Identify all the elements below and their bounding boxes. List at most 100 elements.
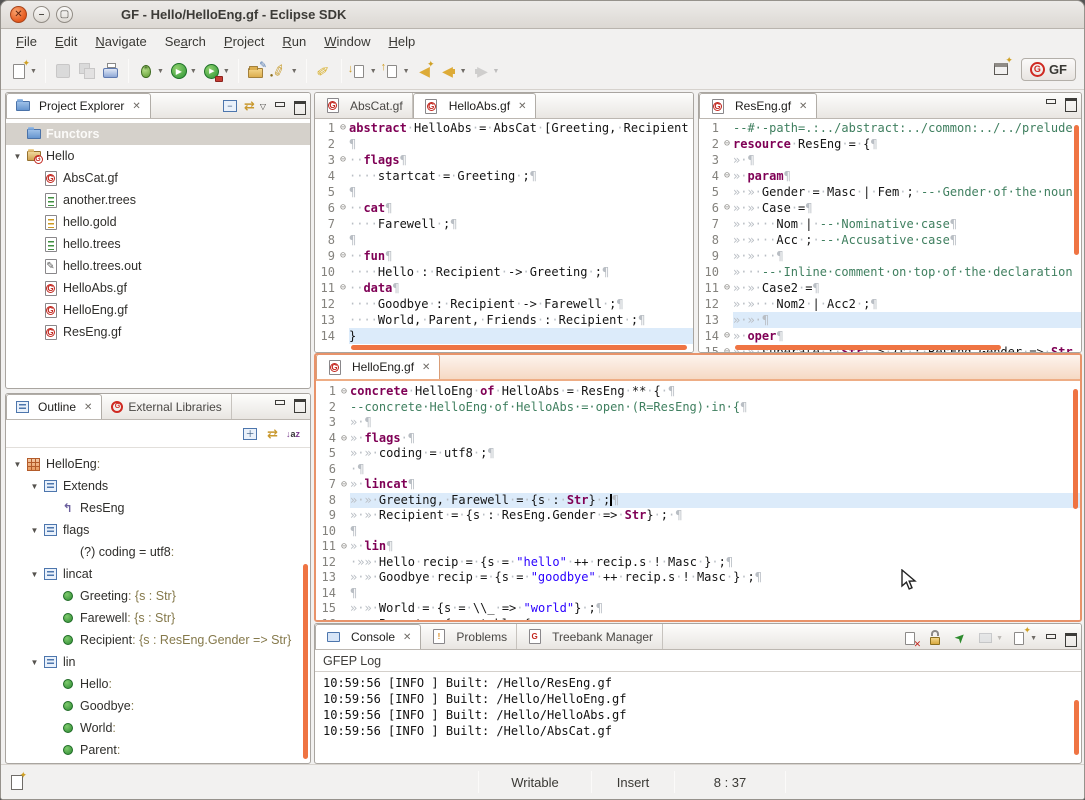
fold-marker-icon[interactable]: ⊖: [721, 136, 733, 152]
tree-item-recipient[interactable]: Recipient : {s : ResEng.Gender => Str}: [6, 629, 310, 651]
fold-marker-icon[interactable]: ⊖: [337, 280, 349, 296]
tree-item-lincat[interactable]: ▼lincat: [6, 563, 310, 585]
code-line-9[interactable]: 9⊖··fun¶: [315, 248, 693, 264]
minimize-icon[interactable]: [1044, 633, 1057, 644]
fast-view-icon[interactable]: [11, 775, 23, 790]
tree-item--coding-utf8[interactable]: (?) coding = utf8 :: [6, 541, 310, 563]
code-line-4[interactable]: 4⊖»·flags·¶: [316, 431, 1080, 447]
back-icon[interactable]: ◀▼: [438, 59, 469, 83]
code-line-10[interactable]: 10»···--·Inline·comment·on·top·of·the·de…: [699, 264, 1081, 280]
prev-annotation-icon[interactable]: ↑▼: [381, 59, 412, 83]
fold-marker-icon[interactable]: ⊖: [721, 200, 733, 216]
title-bar[interactable]: ✕ – ▢ GF - Hello/HelloEng.gf - Eclipse S…: [1, 1, 1084, 29]
maximize-view-icon[interactable]: [293, 101, 306, 112]
display-console-icon[interactable]: ▼: [976, 629, 1003, 647]
fold-marker-icon[interactable]: ⊖: [721, 344, 733, 352]
save-icon[interactable]: [52, 59, 74, 83]
code-line-14[interactable]: 14}: [315, 328, 693, 344]
fold-marker-icon[interactable]: ⊖: [721, 280, 733, 296]
expand-arrow-icon[interactable]: ▼: [27, 526, 42, 535]
code-line-5[interactable]: 5»·»·Gender·=·Masc·|·Fem·;·--·Gender·of·…: [699, 184, 1081, 200]
code-line-12[interactable]: 12»·»···Nom2·|·Acc2·;¶: [699, 296, 1081, 312]
code-line-1[interactable]: 1⊖abstract·HelloAbs·=·AbsCat·[Greeting,·…: [315, 120, 693, 136]
tree-item-lin[interactable]: ▼lin: [6, 651, 310, 673]
tree-item-hello-trees-out[interactable]: ✎hello.trees.out: [6, 255, 310, 277]
menu-file[interactable]: File: [7, 32, 46, 51]
close-tab-icon[interactable]: ✕: [518, 101, 526, 112]
code-line-2[interactable]: 2¶: [315, 136, 693, 152]
code-line-6[interactable]: 6⊖»·»·Case·=¶: [699, 200, 1081, 216]
scrollbar-thumb[interactable]: [735, 345, 1001, 350]
expand-all-icon[interactable]: ＋: [243, 428, 257, 440]
fold-marker-icon[interactable]: ⊖: [338, 384, 350, 400]
code-line-9[interactable]: 9»·»·Recipient·=·{s·:·ResEng.Gender·=>·S…: [316, 508, 1080, 524]
code-line-11[interactable]: 11⊖··data¶: [315, 280, 693, 296]
close-window-icon[interactable]: ✕: [10, 6, 27, 23]
mark-occurrences-icon[interactable]: ✏: [313, 59, 335, 83]
code-line-15[interactable]: 15»·»·World·=·{s·=·\\_·=>·"world"}·;¶: [316, 601, 1080, 617]
maximize-window-icon[interactable]: ▢: [56, 6, 73, 23]
scrollbar-thumb[interactable]: [1074, 125, 1079, 255]
minimize-view-icon[interactable]: [273, 101, 286, 112]
next-annotation-icon[interactable]: ↓▼: [348, 59, 379, 83]
tree-item-extends[interactable]: ▼Extends: [6, 475, 310, 497]
code-line-16[interactable]: 16»·»·Parent·=·{s·=·table·{: [316, 617, 1080, 621]
sort-icon[interactable]: ↓az: [286, 429, 300, 439]
clear-console-icon[interactable]: ✕: [901, 629, 919, 647]
code-line-12[interactable]: 12····Goodbye·:·Recipient·->·Farewell·;¶: [315, 296, 693, 312]
fold-marker-icon[interactable]: ⊖: [721, 168, 733, 184]
code-line-11[interactable]: 11⊖»·lin¶: [316, 539, 1080, 555]
close-tab-icon[interactable]: ✕: [403, 632, 411, 643]
tree-item-hello-gold[interactable]: hello.gold: [6, 211, 310, 233]
code-line-3[interactable]: 3»·¶: [699, 152, 1081, 168]
tab-treebank-manager[interactable]: GTreebank Manager: [517, 624, 663, 649]
tree-item-greeting[interactable]: Greeting : {s : Str}: [6, 585, 310, 607]
code-line-11[interactable]: 11⊖»·»·Case2·=¶: [699, 280, 1081, 296]
minimize-window-icon[interactable]: –: [33, 6, 50, 23]
view-menu-icon[interactable]: ▽: [260, 102, 266, 111]
print-icon[interactable]: [100, 59, 122, 83]
expand-arrow-icon[interactable]: ▼: [27, 570, 42, 579]
code-line-10[interactable]: 10¶: [316, 524, 1080, 540]
last-edit-location-icon[interactable]: ◀✦: [414, 59, 436, 83]
tab-project-explorer[interactable]: Project Explorer ✕: [6, 93, 151, 118]
code-line-13[interactable]: 13»·»·Goodbye·recip·=·{s·=·"goodbye"·++·…: [316, 570, 1080, 586]
new-wizard-icon[interactable]: ✦▼: [8, 59, 39, 83]
code-line-3[interactable]: 3⊖··flags¶: [315, 152, 693, 168]
code-line-14[interactable]: 14¶: [316, 586, 1080, 602]
code-line-7[interactable]: 7⊖»·lincat¶: [316, 477, 1080, 493]
collapse-all-icon[interactable]: −: [223, 100, 237, 112]
close-tab-icon[interactable]: ✕: [422, 362, 430, 373]
fold-marker-icon[interactable]: ⊖: [337, 200, 349, 216]
tree-item-reseng-gf[interactable]: GResEng.gf: [6, 321, 310, 343]
code-line-8[interactable]: 8»·»···Acc·;·--·Accusative·case¶: [699, 232, 1081, 248]
pin-console-icon[interactable]: ➤: [951, 629, 969, 647]
tree-item-helloeng-gf[interactable]: GHelloEng.gf: [6, 299, 310, 321]
code-line-10[interactable]: 10····Hello·:·Recipient·->·Greeting·;¶: [315, 264, 693, 280]
menu-run[interactable]: Run: [273, 32, 315, 51]
close-tab-icon[interactable]: ✕: [799, 101, 807, 112]
expand-arrow-icon[interactable]: ▼: [10, 152, 25, 161]
fold-marker-icon[interactable]: ⊖: [337, 248, 349, 264]
link-with-editor-icon[interactable]: ⇄: [244, 98, 253, 114]
gf-perspective-button[interactable]: GGF: [1021, 58, 1076, 81]
code-line-5[interactable]: 5»·»·coding·=·utf8·;¶: [316, 446, 1080, 462]
code-line-12[interactable]: 12·»»·Hello·recip·=·{s·=·"hello"·++·reci…: [316, 555, 1080, 571]
tree-item-helloeng[interactable]: ▼HelloEng :: [6, 453, 310, 475]
fold-marker-icon[interactable]: ⊖: [337, 120, 349, 136]
code-line-14[interactable]: 14⊖»·oper¶: [699, 328, 1081, 344]
tab-abscat-gf[interactable]: GAbsCat.gf: [315, 93, 413, 118]
code-line-7[interactable]: 7····Farewell·;¶: [315, 216, 693, 232]
expand-arrow-icon[interactable]: ▼: [27, 658, 42, 667]
expand-arrow-icon[interactable]: ▼: [10, 460, 25, 469]
minimize-editor-icon[interactable]: [1044, 98, 1057, 109]
fold-marker-icon[interactable]: ⊖: [338, 539, 350, 555]
tree-item-another-trees[interactable]: another.trees: [6, 189, 310, 211]
scrollbar-thumb[interactable]: [1073, 389, 1078, 509]
scrollbar-thumb[interactable]: [351, 345, 687, 350]
tree-item-hello[interactable]: Hello :: [6, 673, 310, 695]
close-view-icon[interactable]: ✕: [84, 402, 92, 413]
scroll-lock-icon[interactable]: [926, 629, 944, 647]
tab-helloeng-gf[interactable]: GHelloEng.gf✕: [316, 354, 440, 379]
menu-window[interactable]: Window: [315, 32, 379, 51]
